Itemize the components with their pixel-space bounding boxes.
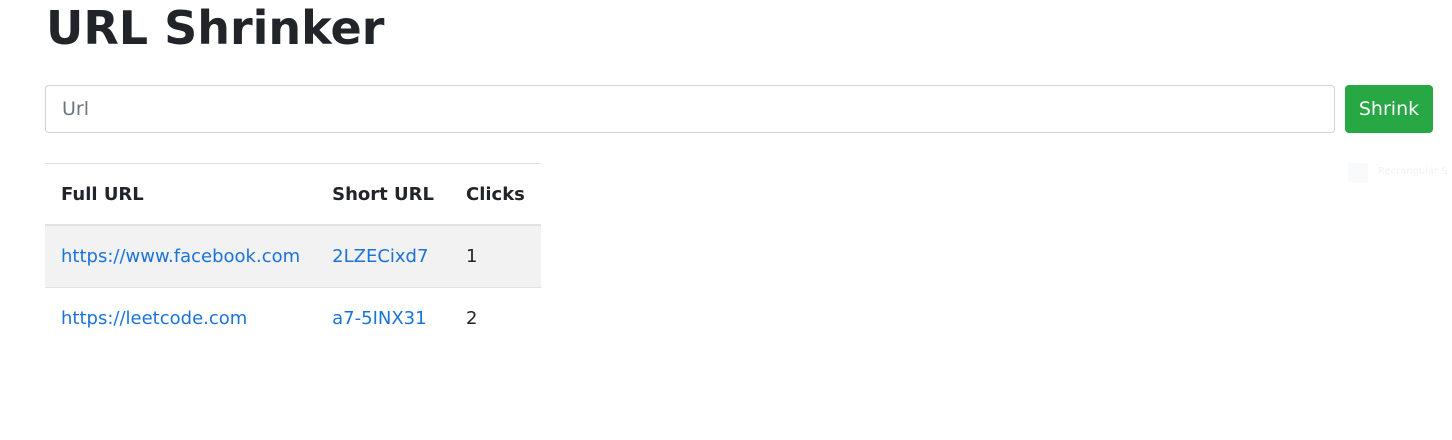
table-body: https://www.facebook.com 2LZECixd7 1 htt… (45, 224, 541, 349)
full-url-cell: https://www.facebook.com (45, 224, 317, 288)
shrink-button[interactable]: Shrink (1345, 85, 1433, 133)
full-url-link[interactable]: https://leetcode.com (61, 308, 247, 329)
url-input[interactable] (45, 85, 1335, 133)
page-title: URL Shrinker (46, 1, 385, 55)
table-header: Full URL Short URL Clicks (45, 163, 541, 226)
table-row: https://www.facebook.com 2LZECixd7 1 (45, 224, 541, 288)
snip-tool-label: Rectangular S (1378, 166, 1448, 177)
table-header-row: Full URL Short URL Clicks (45, 163, 541, 226)
urls-table: Full URL Short URL Clicks https://www.fa… (45, 163, 541, 349)
snip-tool-icon (1348, 163, 1368, 183)
clicks-cell: 2 (449, 287, 541, 349)
column-header-short-url: Short URL (316, 163, 450, 226)
short-url-link[interactable]: a7-5INX31 (332, 308, 426, 329)
short-url-cell: a7-5INX31 (316, 287, 450, 349)
short-url-link[interactable]: 2LZECixd7 (332, 246, 428, 267)
column-header-clicks: Clicks (449, 163, 541, 226)
short-url-cell: 2LZECixd7 (316, 224, 450, 288)
shrink-form: Shrink (45, 85, 1434, 133)
column-header-full-url: Full URL (45, 163, 317, 226)
full-url-link[interactable]: https://www.facebook.com (61, 246, 300, 267)
snip-tool-overlay: Rectangular S (1346, 162, 1452, 184)
clicks-cell: 1 (449, 224, 541, 288)
full-url-cell: https://leetcode.com (45, 287, 317, 349)
table-row: https://leetcode.com a7-5INX31 2 (45, 287, 541, 349)
page: URL Shrinker Shrink Full URL Short URL C… (0, 0, 1452, 440)
